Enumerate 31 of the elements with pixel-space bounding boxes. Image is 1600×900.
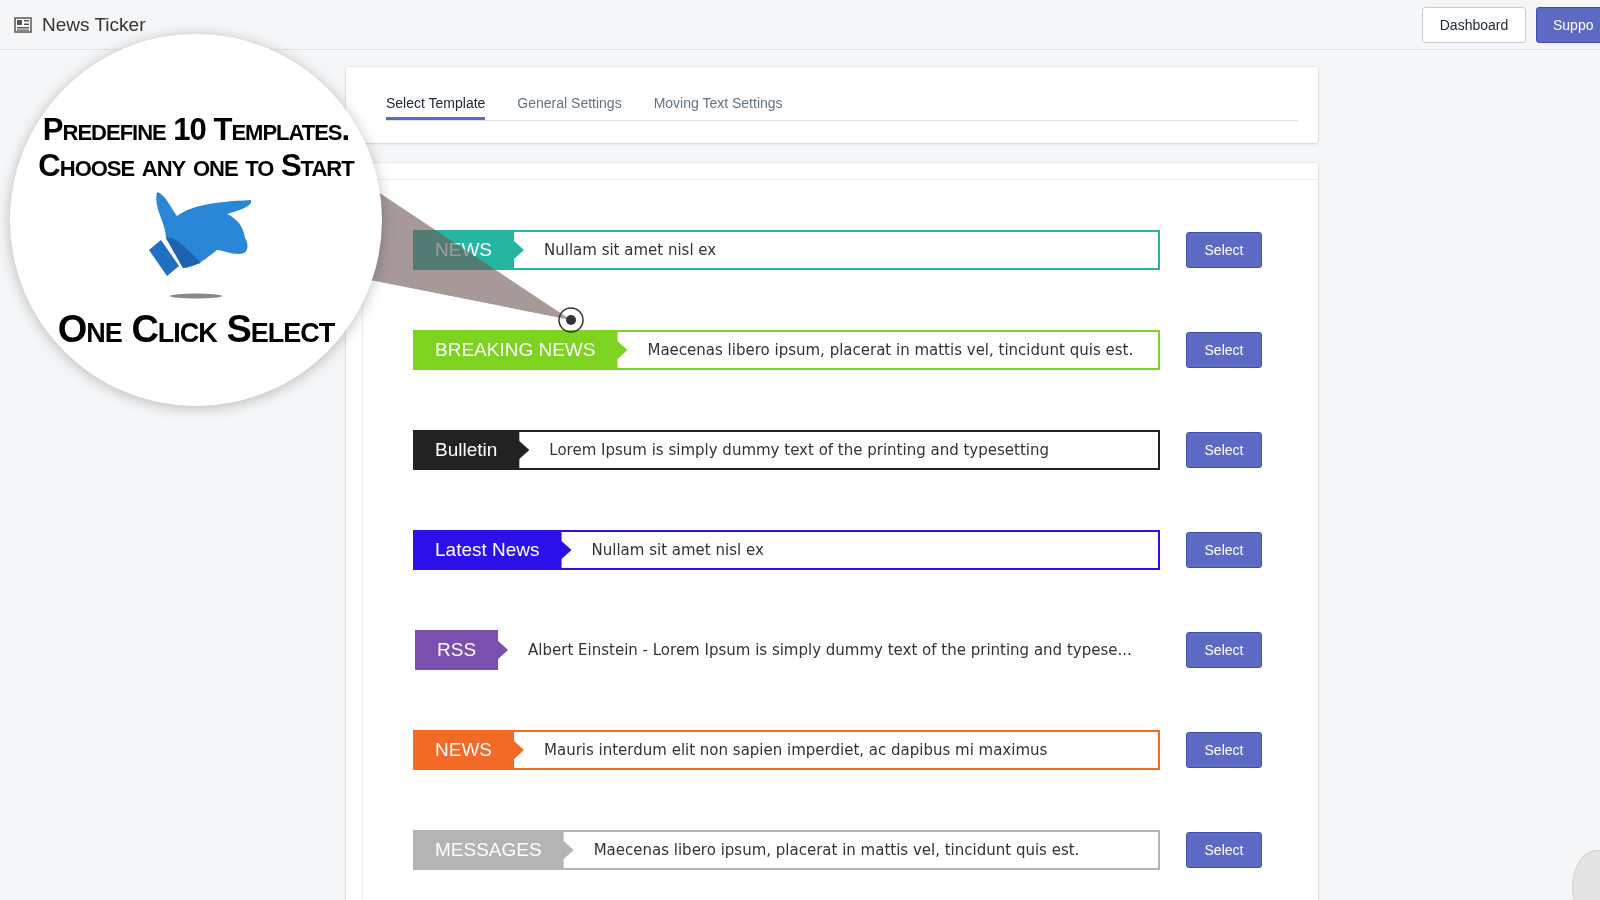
select-button[interactable]: Select [1186,632,1262,668]
select-button[interactable]: Select [1186,332,1262,368]
tab[interactable]: Select Template [386,95,486,120]
ticker-label: NEWS [413,230,524,270]
select-button[interactable]: Select [1186,532,1262,568]
promo-caption: One Click Select [57,308,335,351]
ticker-text: Albert Einstein - Lorem Ipsum is simply dummy text of the printing and typese... [527,641,1132,659]
ticker-label: RSS [415,630,509,670]
tab[interactable]: Moving Text Settings [653,95,783,120]
select-button[interactable]: Select [1186,832,1262,868]
ticker-label: BREAKING NEWS [413,330,628,370]
ticker-text: Maecenas libero ipsum, placerat in mattis vel, tincidunt quis est. [592,841,1080,859]
dashboard-button[interactable]: Dashboard [1422,6,1526,43]
promo-heading: Predefine 10 Templates. [42,112,350,148]
ticker-text: Nullam sit amet nisl ex [543,241,717,259]
select-button[interactable]: Select [1186,732,1262,768]
support-button[interactable]: Suppo [1536,6,1600,43]
tab[interactable]: General Settings [517,95,622,120]
ticker-label: NEWS [413,730,524,770]
newspaper-icon [14,16,32,33]
ticker-text: Mauris interdum elit non sapien imperdiet, ac dapibus mi maximus [543,741,1048,759]
ticker-label: Bulletin [413,430,530,470]
promo-heading: Choose any one to Start [38,148,354,184]
ticker-text: Maecenas libero ipsum, placerat in mattis vel, tincidunt quis est. [646,341,1134,359]
app-title: News Ticker [42,13,146,36]
ticker-label: Latest News [413,530,572,570]
ticker-label: MESSAGES [413,830,574,870]
select-button[interactable]: Select [1186,232,1262,268]
ticker-text: Lorem Ipsum is simply dummy text of the printing and typesetting [548,441,1049,459]
select-button[interactable]: Select [1186,432,1262,468]
ticker-text: Nullam sit amet nisl ex [590,541,764,559]
